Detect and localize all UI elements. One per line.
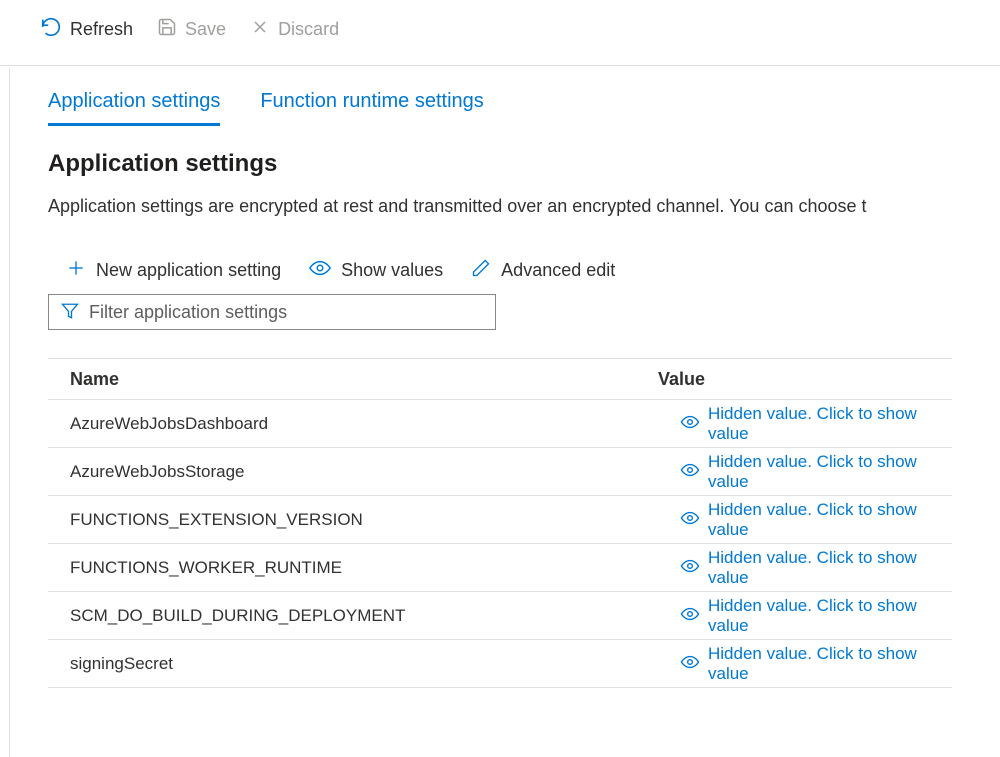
save-icon — [157, 17, 177, 42]
save-button: Save — [157, 17, 226, 42]
filter-input[interactable] — [89, 302, 483, 323]
table-row: FUNCTIONS_WORKER_RUNTIME Hidden value. C… — [48, 544, 952, 592]
hidden-value-link[interactable]: Hidden value. Click to show value — [658, 644, 952, 684]
hidden-value-text: Hidden value. Click to show value — [708, 452, 952, 492]
main-content: Application settings Application setting… — [0, 126, 1000, 688]
eye-icon — [680, 462, 700, 482]
discard-label: Discard — [278, 19, 339, 40]
tabs: Application settings Function runtime se… — [48, 66, 952, 126]
filter-container — [48, 294, 496, 330]
new-application-setting-button[interactable]: New application setting — [66, 258, 281, 283]
hidden-value-link[interactable]: Hidden value. Click to show value — [658, 500, 952, 540]
hidden-value-link[interactable]: Hidden value. Click to show value — [658, 548, 952, 588]
left-edge-divider — [0, 68, 10, 757]
table-header-row: Name Value — [48, 358, 952, 400]
table-row: AzureWebJobsStorage Hidden value. Click … — [48, 448, 952, 496]
discard-button: Discard — [250, 17, 339, 42]
refresh-label: Refresh — [70, 19, 133, 40]
save-label: Save — [185, 19, 226, 40]
table-row: signingSecret Hidden value. Click to sho… — [48, 640, 952, 688]
hidden-value-text: Hidden value. Click to show value — [708, 644, 952, 684]
setting-name[interactable]: signingSecret — [48, 654, 658, 674]
top-toolbar: Refresh Save Discard — [0, 0, 1000, 66]
eye-icon — [680, 558, 700, 578]
pencil-icon — [471, 258, 491, 283]
column-header-value[interactable]: Value — [658, 369, 705, 390]
settings-table: Name Value AzureWebJobsDashboard Hidden … — [48, 358, 952, 688]
advanced-edit-label: Advanced edit — [501, 260, 615, 281]
setting-name[interactable]: AzureWebJobsDashboard — [48, 414, 658, 434]
table-row: FUNCTIONS_EXTENSION_VERSION Hidden value… — [48, 496, 952, 544]
table-row: SCM_DO_BUILD_DURING_DEPLOYMENT Hidden va… — [48, 592, 952, 640]
tab-function-runtime-settings[interactable]: Function runtime settings — [260, 90, 483, 126]
section-description: Application settings are encrypted at re… — [48, 196, 952, 217]
section-heading: Application settings — [48, 150, 952, 178]
hidden-value-text: Hidden value. Click to show value — [708, 596, 952, 636]
show-values-button[interactable]: Show values — [309, 257, 443, 284]
eye-icon — [680, 414, 700, 434]
show-values-label: Show values — [341, 260, 443, 281]
eye-icon — [680, 510, 700, 530]
eye-icon — [680, 654, 700, 674]
advanced-edit-button[interactable]: Advanced edit — [471, 258, 615, 283]
hidden-value-link[interactable]: Hidden value. Click to show value — [658, 452, 952, 492]
table-row: AzureWebJobsDashboard Hidden value. Clic… — [48, 400, 952, 448]
column-header-name[interactable]: Name — [48, 369, 658, 390]
new-setting-label: New application setting — [96, 260, 281, 281]
plus-icon — [66, 258, 86, 283]
close-icon — [250, 17, 270, 42]
tab-application-settings[interactable]: Application settings — [48, 90, 220, 126]
setting-name[interactable]: FUNCTIONS_EXTENSION_VERSION — [48, 510, 658, 530]
hidden-value-text: Hidden value. Click to show value — [708, 404, 952, 444]
setting-name[interactable]: FUNCTIONS_WORKER_RUNTIME — [48, 558, 658, 578]
eye-icon — [680, 606, 700, 626]
filter-icon — [61, 302, 79, 323]
hidden-value-text: Hidden value. Click to show value — [708, 548, 952, 588]
action-row: New application setting Show values Adva… — [48, 257, 952, 284]
refresh-icon — [40, 16, 62, 43]
eye-icon — [309, 257, 331, 284]
setting-name[interactable]: AzureWebJobsStorage — [48, 462, 658, 482]
hidden-value-link[interactable]: Hidden value. Click to show value — [658, 596, 952, 636]
hidden-value-text: Hidden value. Click to show value — [708, 500, 952, 540]
refresh-button[interactable]: Refresh — [40, 16, 133, 43]
hidden-value-link[interactable]: Hidden value. Click to show value — [658, 404, 952, 444]
setting-name[interactable]: SCM_DO_BUILD_DURING_DEPLOYMENT — [48, 606, 658, 626]
